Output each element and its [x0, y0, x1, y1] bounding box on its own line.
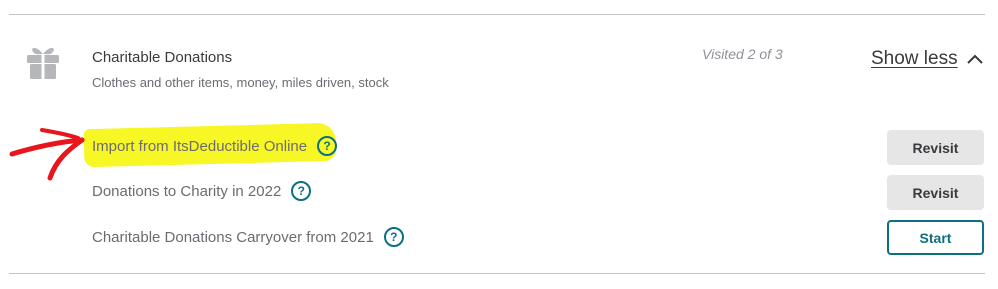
help-icon[interactable]: ?: [383, 227, 404, 247]
revisit-button-import[interactable]: Revisit: [887, 130, 984, 165]
help-icon[interactable]: ?: [291, 181, 312, 201]
help-icon[interactable]: ?: [317, 136, 338, 156]
row-text: Import from ItsDeductible Online: [92, 137, 308, 155]
show-less-label[interactable]: Show less: [871, 48, 958, 70]
section-title: Charitable Donations: [92, 49, 233, 66]
row-label-import: Import from ItsDeductible Online ?: [92, 136, 338, 156]
chevron-up-icon[interactable]: [966, 54, 983, 64]
gift-icon: [27, 47, 59, 79]
bottom-divider: [9, 273, 985, 274]
row-label-donations: Donations to Charity in 2022 ?: [92, 181, 312, 201]
row-text: Charitable Donations Carryover from 2021: [92, 228, 374, 246]
revisit-button-donations[interactable]: Revisit: [887, 175, 984, 210]
top-divider: [9, 14, 985, 15]
red-arrow-annotation: [9, 128, 85, 181]
visited-status: Visited 2 of 3: [702, 46, 783, 62]
show-less-toggle[interactable]: Show less: [871, 46, 983, 72]
row-label-carryover: Charitable Donations Carryover from 2021…: [92, 227, 404, 247]
start-button-carryover[interactable]: Start: [887, 220, 984, 255]
row-text: Donations to Charity in 2022: [92, 182, 282, 200]
section-subtitle: Clothes and other items, money, miles dr…: [92, 75, 389, 90]
